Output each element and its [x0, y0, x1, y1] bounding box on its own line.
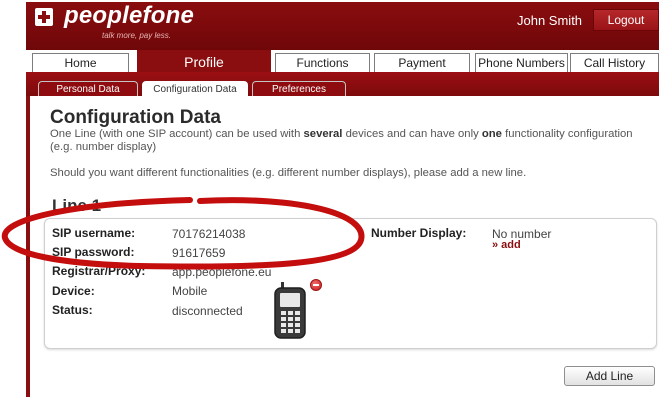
tab-payment[interactable]: Payment: [374, 53, 470, 72]
subtab-personal-data[interactable]: Personal Data: [38, 81, 138, 96]
tab-profile[interactable]: Profile: [137, 50, 271, 74]
logo-cross-icon: [35, 8, 53, 26]
intro-bold-several: several: [303, 128, 343, 140]
tab-functions[interactable]: Functions: [275, 53, 370, 72]
mobile-phone-icon: [274, 282, 306, 339]
line-card: [44, 218, 657, 349]
tab-call-history[interactable]: Call History: [570, 53, 659, 72]
subtab-configuration-data[interactable]: Configuration Data: [142, 81, 248, 96]
brand-logo[interactable]: peoplefone: [64, 2, 194, 30]
subtab-preferences[interactable]: Preferences: [252, 81, 346, 96]
sub-nav: Personal Data Configuration Data Prefere…: [26, 72, 659, 96]
intro-text: One Line (with one SIP account) can be u…: [50, 128, 650, 154]
add-line-button[interactable]: Add Line: [564, 366, 655, 386]
page-title: Configuration Data: [50, 107, 221, 128]
sip-username-label: SIP username:: [52, 226, 136, 240]
intro-bold-one: one: [481, 128, 502, 140]
sip-username-value: 70176214038: [172, 227, 246, 241]
tab-home[interactable]: Home: [32, 53, 129, 72]
number-display-label: Number Display:: [371, 226, 467, 240]
main-nav: Home Profile Functions Payment Phone Num…: [26, 50, 659, 74]
sip-password-value: 91617659: [172, 246, 226, 260]
logout-button[interactable]: Logout: [593, 9, 659, 31]
user-name: John Smith: [517, 13, 583, 28]
intro-part-1: One Line (with one SIP account) can be u…: [50, 128, 304, 140]
status-value: disconnected: [172, 304, 243, 318]
registrar-proxy-label: Registrar/Proxy:: [52, 264, 146, 278]
tab-phone-numbers[interactable]: Phone Numbers: [475, 53, 568, 72]
line-heading: Line 1: [52, 196, 102, 215]
device-value: Mobile: [172, 284, 208, 298]
add-number-link[interactable]: » add: [492, 239, 521, 251]
intro-part-2: devices and can have only: [342, 128, 482, 140]
remove-device-icon[interactable]: [310, 279, 322, 291]
status-label: Status:: [52, 303, 93, 317]
advice-text: Should you want different functionalitie…: [50, 167, 527, 179]
brand-tagline: talk more, pay less.: [102, 31, 171, 40]
registrar-proxy-value: app.peoplefone.eu: [172, 265, 272, 279]
device-label: Device:: [52, 284, 95, 298]
sip-password-label: SIP password:: [52, 245, 135, 259]
